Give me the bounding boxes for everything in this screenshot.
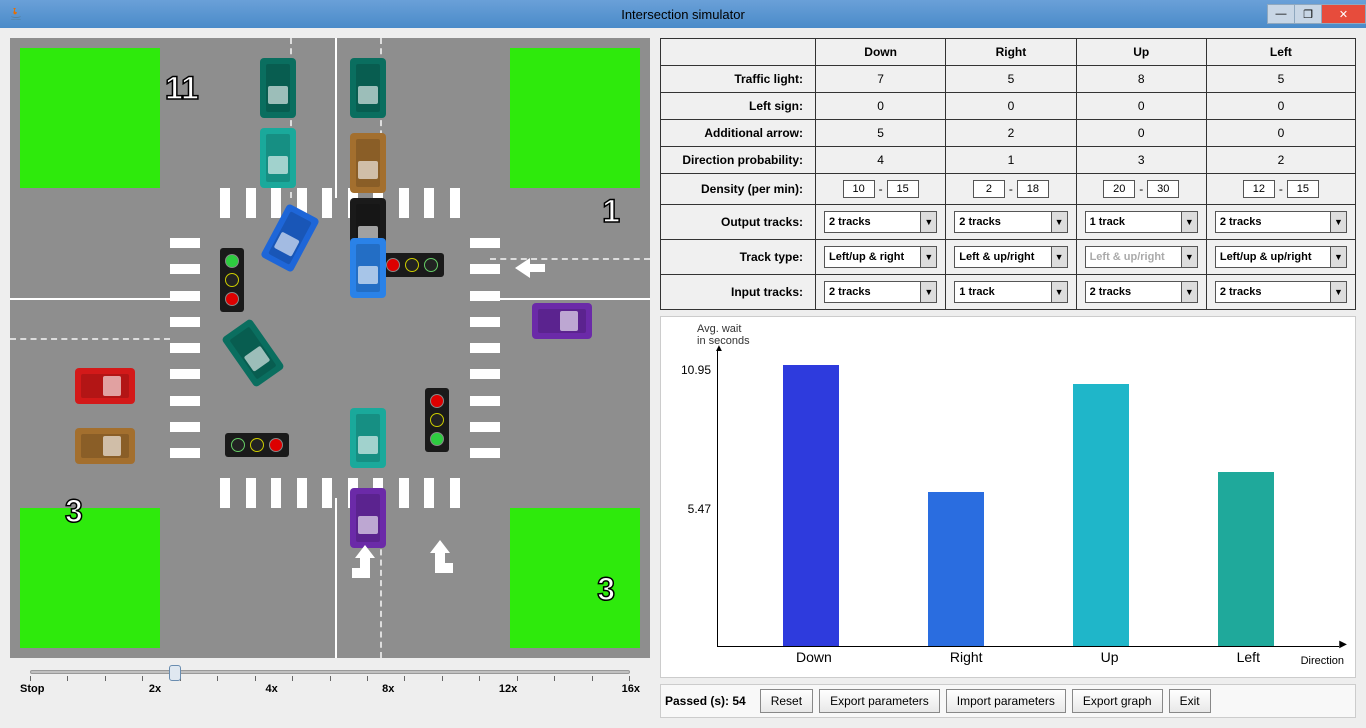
simulation-canvas: 11 1 3 3 (10, 38, 650, 658)
chevron-down-icon: ▼ (1051, 212, 1067, 232)
corner-count-tr: 1 (602, 193, 620, 230)
wait-time-chart: Avg. wait in seconds 10.95 5.47 ▲ ▶ Down… (660, 316, 1356, 678)
chevron-down-icon: ▼ (1330, 247, 1346, 267)
corner-count-br: 3 (597, 571, 615, 608)
titlebar: Intersection simulator — ❐ ✕ (0, 0, 1366, 28)
corner-count-tl: 11 (165, 70, 199, 107)
chart-bar (783, 365, 839, 646)
density-input[interactable] (1147, 180, 1179, 198)
exit-button[interactable]: Exit (1169, 689, 1211, 713)
export-params-button[interactable]: Export parameters (819, 689, 940, 713)
corner-count-bl: 3 (65, 493, 83, 530)
track-type-select[interactable]: Left/up & up/right▼ (1215, 246, 1347, 268)
slider-thumb[interactable] (169, 665, 181, 681)
window-title: Intersection simulator (621, 7, 745, 22)
output-tracks-select[interactable]: 2 tracks▼ (1215, 211, 1347, 233)
density-input[interactable] (1243, 180, 1275, 198)
chevron-down-icon: ▼ (1181, 282, 1197, 302)
slider-labels: Stop2x4x8x12x16x (20, 683, 640, 695)
road-arrow-icon (510, 253, 550, 283)
close-button[interactable]: ✕ (1321, 4, 1366, 24)
minimize-button[interactable]: — (1267, 4, 1295, 24)
chevron-down-icon: ▼ (1330, 282, 1346, 302)
input-tracks-select[interactable]: 2 tracks▼ (1215, 281, 1347, 303)
chart-title: Avg. wait in seconds (697, 323, 1349, 347)
input-tracks-select[interactable]: 2 tracks▼ (824, 281, 937, 303)
chart-bar (1073, 384, 1129, 646)
input-tracks-select[interactable]: 2 tracks▼ (1085, 281, 1198, 303)
road-arrow-icon (425, 538, 455, 578)
chevron-down-icon: ▼ (1181, 212, 1197, 232)
input-tracks-select[interactable]: 1 track▼ (954, 281, 1067, 303)
density-input[interactable] (887, 180, 919, 198)
chevron-down-icon: ▼ (920, 247, 936, 267)
chart-x-axis-label: Direction (1301, 655, 1344, 667)
java-icon (8, 6, 24, 22)
output-tracks-select[interactable]: 2 tracks▼ (824, 211, 937, 233)
speed-slider[interactable] (30, 670, 630, 674)
track-type-select[interactable]: Left/up & right▼ (824, 246, 937, 268)
chart-bar (1218, 472, 1274, 646)
chevron-down-icon: ▼ (1181, 247, 1197, 267)
chart-y-axis: 10.95 5.47 (667, 351, 715, 647)
chevron-down-icon: ▼ (1051, 247, 1067, 267)
import-params-button[interactable]: Import parameters (946, 689, 1066, 713)
density-input[interactable] (1103, 180, 1135, 198)
density-input[interactable] (1287, 180, 1319, 198)
road-arrow-icon (350, 543, 385, 583)
passed-label: Passed (s): 54 (665, 694, 746, 708)
track-type-select: Left & up/right▼ (1085, 246, 1198, 268)
density-input[interactable] (843, 180, 875, 198)
chart-bar (928, 492, 984, 646)
chevron-down-icon: ▼ (1051, 282, 1067, 302)
export-graph-button[interactable]: Export graph (1072, 689, 1163, 713)
chevron-down-icon: ▼ (1330, 212, 1346, 232)
chart-x-labels: Down Right Up Left (717, 649, 1339, 667)
output-tracks-select[interactable]: 2 tracks▼ (954, 211, 1067, 233)
density-input[interactable] (973, 180, 1005, 198)
chevron-down-icon: ▼ (920, 212, 936, 232)
output-tracks-select[interactable]: 1 track▼ (1085, 211, 1198, 233)
parameters-table: DownRightUpLeft Traffic light:7585 Left … (660, 38, 1356, 310)
density-input[interactable] (1017, 180, 1049, 198)
track-type-select[interactable]: Left & up/right▼ (954, 246, 1067, 268)
maximize-button[interactable]: ❐ (1294, 4, 1322, 24)
reset-button[interactable]: Reset (760, 689, 813, 713)
chevron-down-icon: ▼ (920, 282, 936, 302)
